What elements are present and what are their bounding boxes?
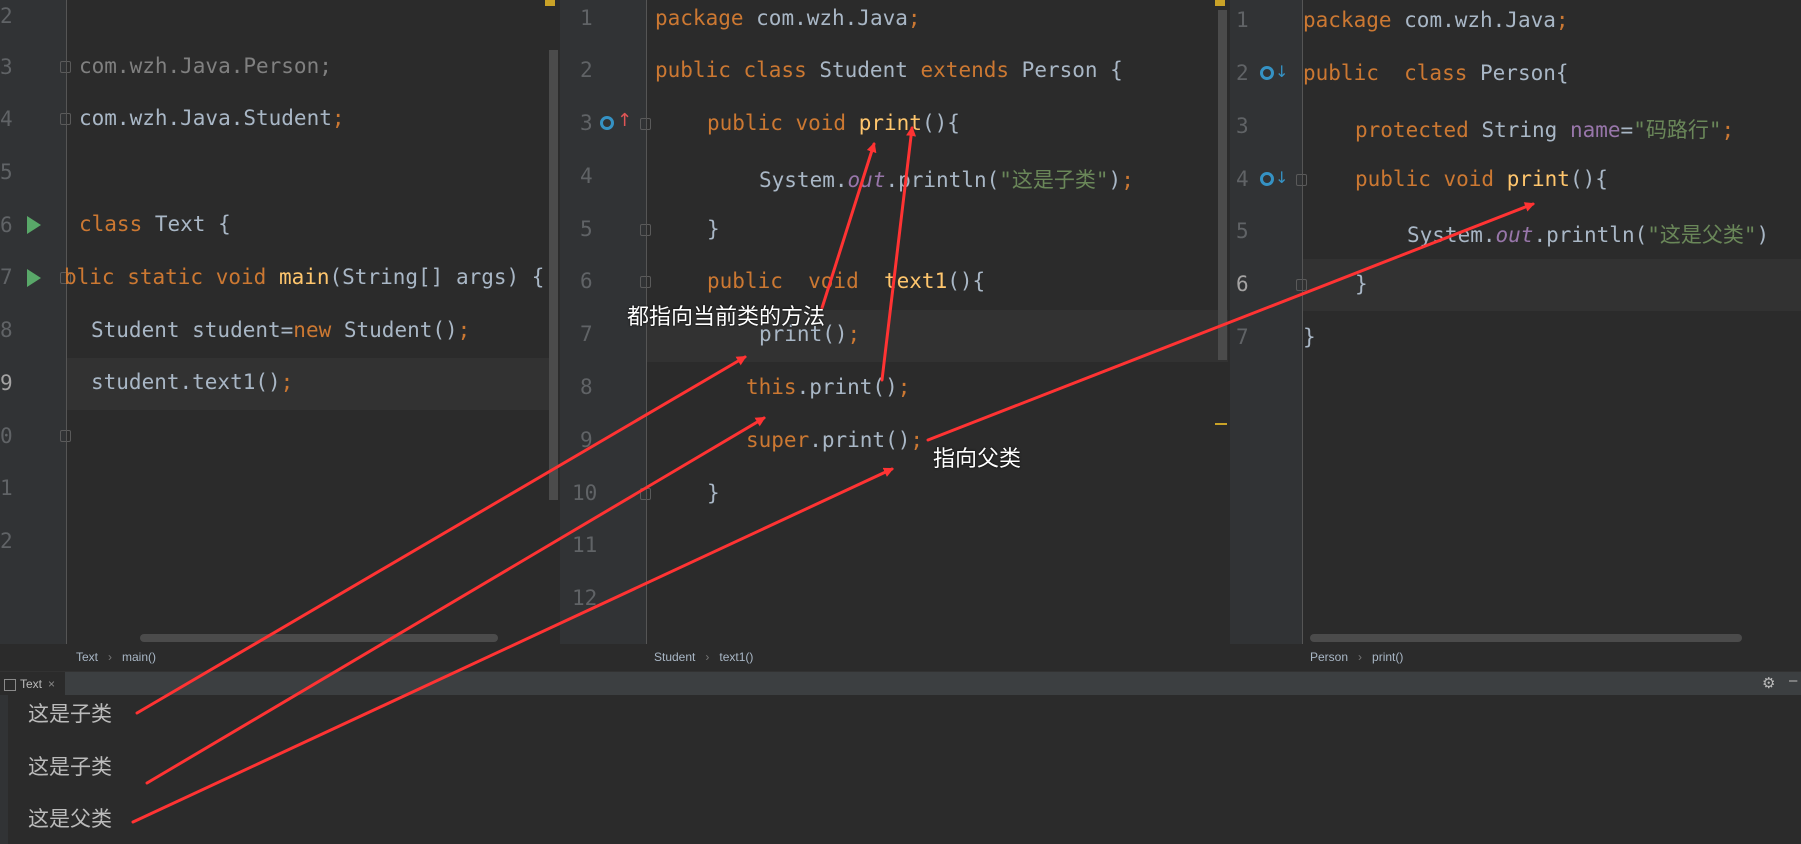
arrow-to-super-print xyxy=(131,467,894,824)
arrow-to-student-print-2 xyxy=(880,126,917,382)
annotation-arrows xyxy=(131,126,1535,824)
arrow-to-person-print xyxy=(926,202,1535,442)
annotation-parent-class: 指向父类 xyxy=(933,447,1022,472)
arrow-to-this-print xyxy=(145,416,766,785)
arrow-to-student-print-1 xyxy=(820,142,877,310)
annotation-current-class: 都指向当前类的方法 xyxy=(627,305,826,330)
arrow-to-print-call xyxy=(135,355,747,715)
